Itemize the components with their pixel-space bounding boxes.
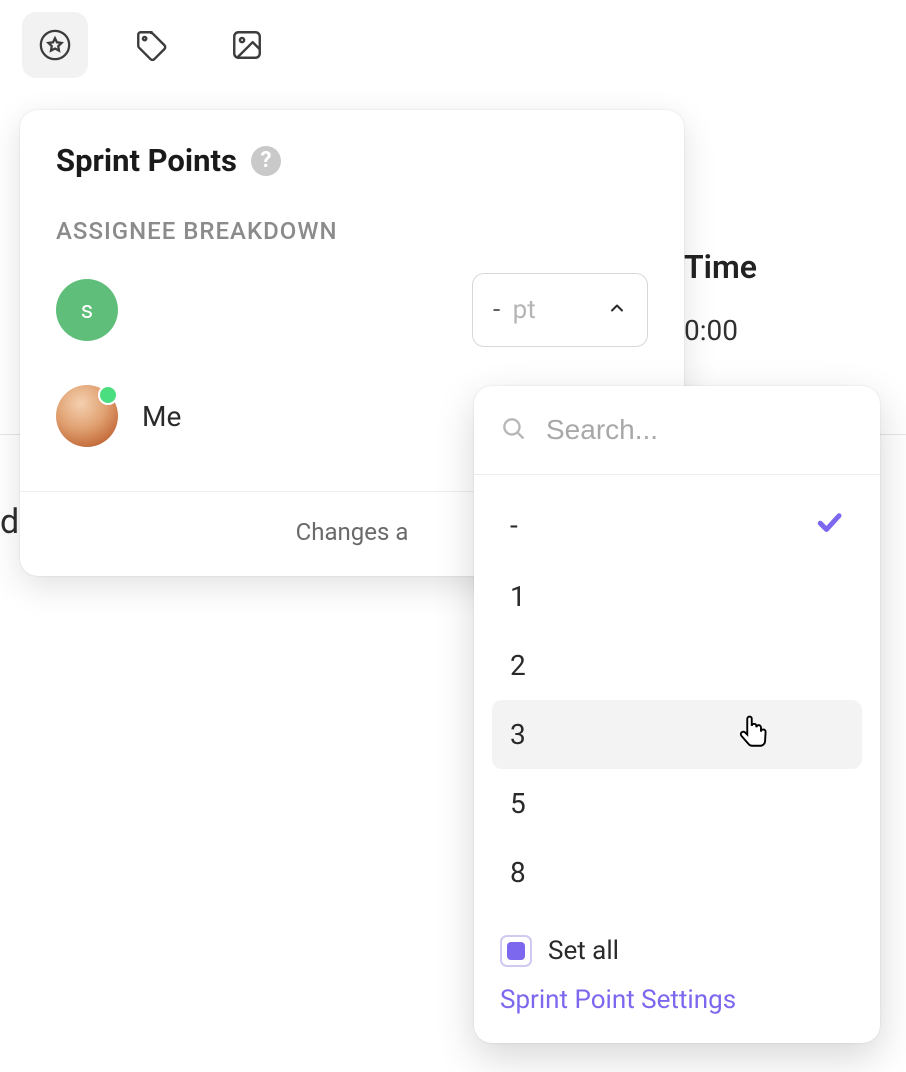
option-label: - [510, 509, 518, 542]
points-select[interactable]: - pt [472, 273, 648, 347]
points-value: - [493, 295, 500, 325]
sprint-point-settings-link[interactable]: Sprint Point Settings [500, 979, 854, 1021]
panel-header: Sprint Points ? [20, 142, 684, 179]
search-input[interactable] [546, 414, 854, 446]
option-label: 5 [510, 787, 526, 820]
option-label: 2 [510, 649, 526, 682]
dropdown-search [474, 386, 880, 475]
tag-icon[interactable] [118, 12, 184, 78]
help-icon[interactable]: ? [251, 146, 281, 176]
time-label: Time [684, 248, 757, 286]
points-dropdown: - 1 2 3 5 8 [474, 386, 880, 1043]
avatar-photo[interactable] [56, 385, 118, 447]
option-dash[interactable]: - [492, 489, 862, 562]
star-badge-icon[interactable] [22, 12, 88, 78]
assignee-row: s - pt [20, 263, 684, 357]
avatar-initial[interactable]: s [56, 279, 118, 341]
points-unit: pt [513, 295, 536, 325]
check-icon [814, 507, 844, 544]
option-1[interactable]: 1 [492, 562, 862, 631]
option-label: 1 [510, 580, 526, 613]
time-value: 0:00 [684, 314, 738, 347]
option-8[interactable]: 8 [492, 838, 862, 907]
image-icon[interactable] [214, 12, 280, 78]
search-icon [500, 415, 526, 445]
set-all-label: Set all [548, 936, 619, 966]
dropdown-footer: Set all Sprint Point Settings [474, 917, 880, 1043]
option-2[interactable]: 2 [492, 631, 862, 700]
option-5[interactable]: 5 [492, 769, 862, 838]
option-label: 3 [510, 718, 526, 751]
option-label: 8 [510, 856, 526, 889]
toolbar [0, 0, 906, 90]
cursor-pointer-icon [738, 712, 772, 757]
option-3[interactable]: 3 [492, 700, 862, 769]
chevron-up-icon [607, 295, 627, 325]
section-label: ASSIGNEE BREAKDOWN [20, 179, 684, 263]
panel-title: Sprint Points [56, 142, 237, 179]
set-all-toggle[interactable]: Set all [500, 929, 854, 979]
options-list: - 1 2 3 5 8 [474, 475, 880, 917]
checkbox-icon [500, 935, 532, 967]
